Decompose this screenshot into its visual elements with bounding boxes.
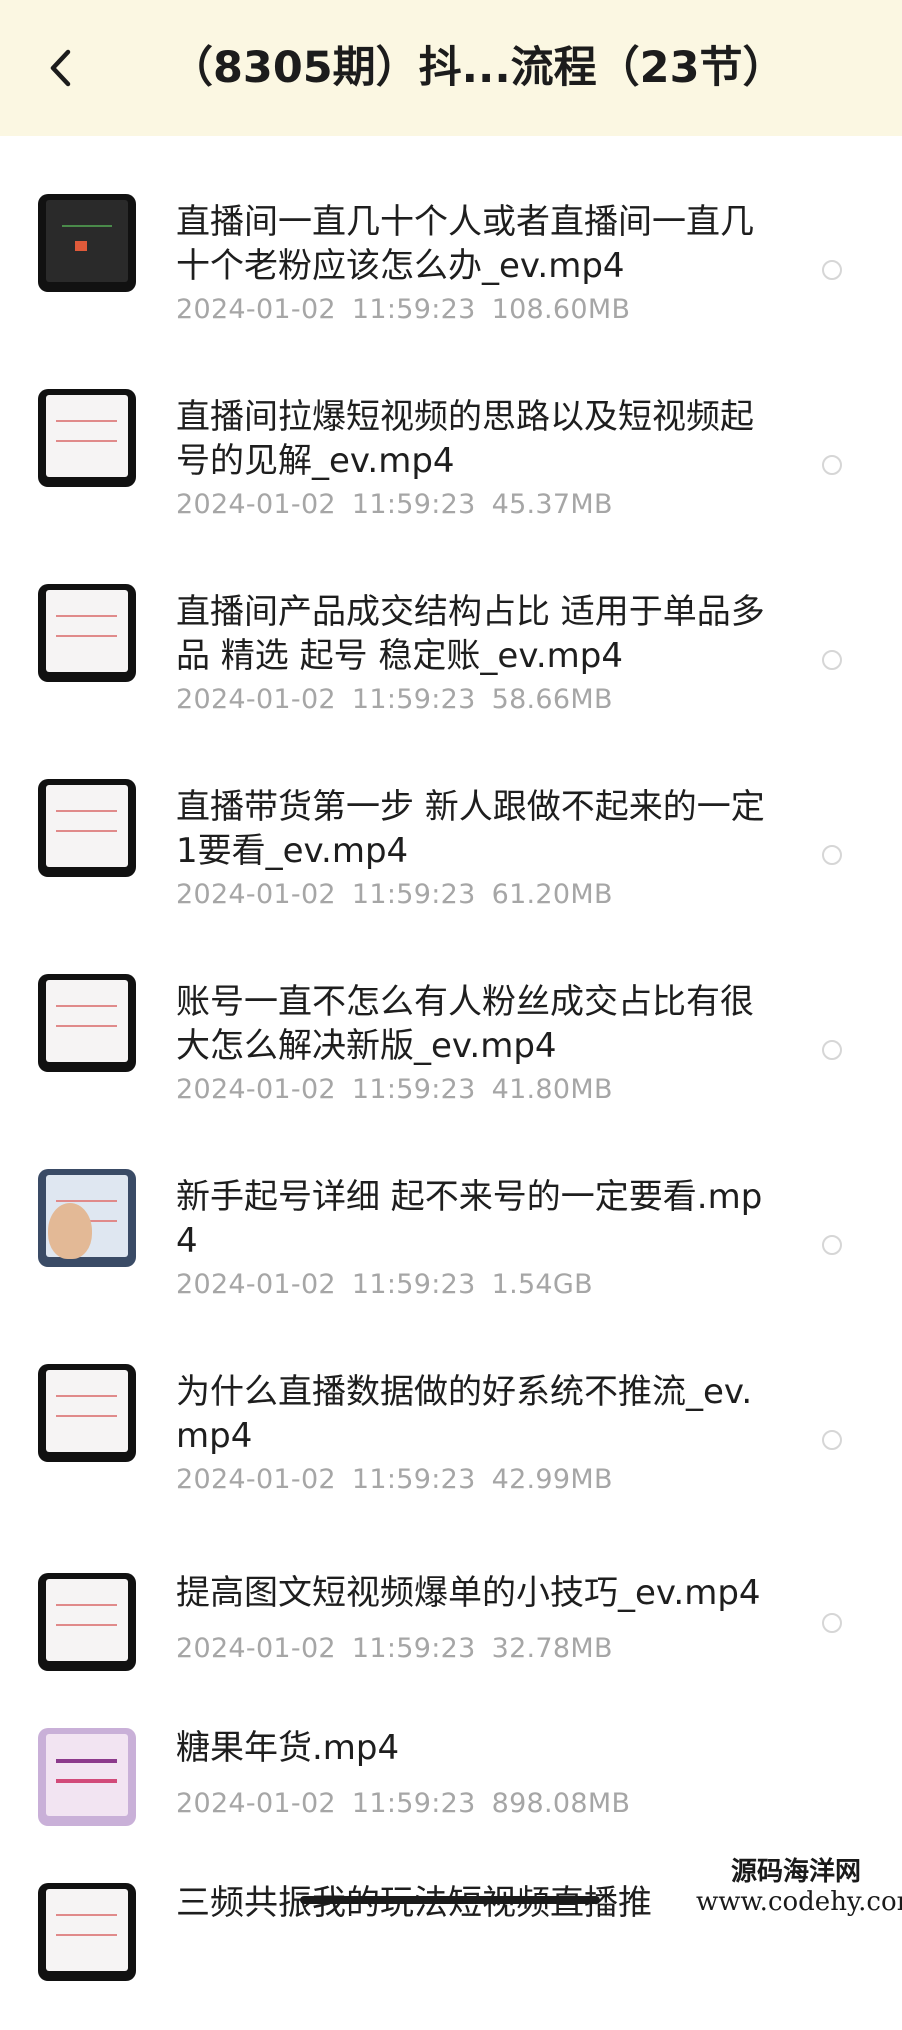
file-meta: 2024-01-02 11:59:23 41.80MB	[176, 1074, 613, 1105]
file-size: 45.37MB	[491, 489, 613, 520]
file-meta: 2024-01-02 11:59:23 58.66MB	[176, 684, 613, 715]
file-date: 2024-01-02	[176, 489, 336, 520]
file-size: 32.78MB	[491, 1633, 613, 1664]
file-name: 账号一直不怎么有人粉丝成交占比有很大怎么解决新版_ev.mp4	[176, 982, 754, 1066]
file-date: 2024-01-02	[176, 1269, 336, 1300]
file-size: 1.54GB	[491, 1269, 593, 1300]
file-list-item[interactable]: 账号一直不怎么有人粉丝成交占比有很大怎么解决新版_ev.mp4 2024-01-0…	[0, 940, 902, 1135]
file-size: 58.66MB	[491, 684, 613, 715]
file-name: 直播带货第一步 新人跟做不起来的一定1要看_ev.mp4	[176, 787, 765, 871]
file-time: 11:59:23	[351, 1269, 476, 1300]
file-list-item[interactable]: 新手起号详细 起不来号的一定要看.mp4 2024-01-02 11:59:23 1.…	[0, 1135, 902, 1330]
select-radio[interactable]	[822, 260, 842, 280]
file-date: 2024-01-02	[176, 1633, 336, 1664]
file-time: 11:59:23	[351, 1633, 476, 1664]
file-list-item[interactable]: 直播间一直几十个人或者直播间一直几十个老粉应该怎么办_ev.mp4 2024-01…	[0, 160, 902, 355]
file-time: 11:59:23	[351, 294, 476, 325]
file-time: 11:59:23	[351, 1074, 476, 1105]
video-thumbnail	[38, 584, 136, 682]
file-list-item[interactable]: 直播带货第一步 新人跟做不起来的一定1要看_ev.mp4 2024-01-02 11…	[0, 745, 902, 940]
select-radio[interactable]	[822, 650, 842, 670]
file-time: 11:59:23	[351, 1788, 476, 1819]
watermark: 源码海洋网 www.codehy.com	[696, 1857, 902, 1917]
file-date: 2024-01-02	[176, 1074, 336, 1105]
file-date: 2024-01-02	[176, 879, 336, 910]
file-time: 11:59:23	[351, 489, 476, 520]
video-thumbnail	[38, 779, 136, 877]
file-meta: 2024-01-02 11:59:23 61.20MB	[176, 879, 613, 910]
file-name: 直播间拉爆短视频的思路以及短视频起号的见解_ev.mp4	[176, 397, 754, 481]
select-radio[interactable]	[822, 1430, 842, 1450]
file-list-item[interactable]: 直播间拉爆短视频的思路以及短视频起号的见解_ev.mp4 2024-01-02 11…	[0, 355, 902, 550]
file-name: 为什么直播数据做的好系统不推流_ev.mp4	[176, 1372, 753, 1456]
select-radio[interactable]	[822, 1613, 842, 1633]
file-size: 42.99MB	[491, 1464, 613, 1495]
file-size: 108.60MB	[491, 294, 631, 325]
file-meta: 2024-01-02 11:59:23 32.78MB	[176, 1633, 613, 1664]
video-thumbnail	[38, 194, 136, 292]
file-name: 直播间一直几十个人或者直播间一直几十个老粉应该怎么办_ev.mp4	[176, 202, 754, 286]
file-date: 2024-01-02	[176, 1464, 336, 1495]
video-thumbnail	[38, 1364, 136, 1462]
file-name: 直播间产品成交结构占比 适用于单品多品 精选 起号 稳定账_ev.mp4	[176, 592, 765, 676]
file-name: 新手起号详细 起不来号的一定要看.mp4	[176, 1177, 763, 1261]
file-meta: 2024-01-02 11:59:23 108.60MB	[176, 294, 630, 325]
file-time: 11:59:23	[351, 1464, 476, 1495]
chevron-left-icon	[50, 49, 71, 87]
file-size: 898.08MB	[491, 1788, 631, 1819]
watermark-title: 源码海洋网	[730, 1857, 861, 1887]
video-thumbnail	[38, 1728, 136, 1826]
file-meta: 2024-01-02 11:59:23 1.54GB	[176, 1269, 593, 1300]
file-name: 糖果年货.mp4	[176, 1728, 400, 1768]
watermark-url: www.codehy.com	[696, 1887, 902, 1917]
file-name: 提高图文短视频爆单的小技巧_ev.mp4	[176, 1573, 761, 1613]
file-size: 41.80MB	[491, 1074, 613, 1105]
file-date: 2024-01-02	[176, 1788, 336, 1819]
video-thumbnail	[38, 974, 136, 1072]
file-size: 61.20MB	[491, 879, 613, 910]
file-list-item[interactable]: 直播间产品成交结构占比 适用于单品多品 精选 起号 稳定账_ev.mp4 2024…	[0, 550, 902, 745]
video-thumbnail	[38, 1573, 136, 1671]
video-thumbnail	[38, 389, 136, 487]
select-radio[interactable]	[822, 455, 842, 475]
home-indicator[interactable]	[300, 1896, 600, 1904]
file-meta: 2024-01-02 11:59:23 898.08MB	[176, 1788, 630, 1819]
select-radio[interactable]	[822, 1040, 842, 1060]
file-date: 2024-01-02	[176, 684, 336, 715]
page-title: （8305期）抖...流程（23节）	[170, 43, 786, 93]
video-thumbnail	[38, 1169, 136, 1267]
back-button[interactable]	[40, 42, 80, 94]
file-date: 2024-01-02	[176, 294, 336, 325]
file-meta: 2024-01-02 11:59:23 45.37MB	[176, 489, 613, 520]
file-meta: 2024-01-02 11:59:23 42.99MB	[176, 1464, 613, 1495]
select-radio[interactable]	[822, 1235, 842, 1255]
select-radio[interactable]	[822, 845, 842, 865]
file-time: 11:59:23	[351, 879, 476, 910]
top-bar: （8305期）抖...流程（23节）	[0, 0, 902, 136]
file-list-item[interactable]: 为什么直播数据做的好系统不推流_ev.mp4 2024-01-02 11:59:23…	[0, 1330, 902, 1525]
file-time: 11:59:23	[351, 684, 476, 715]
video-thumbnail	[38, 1883, 136, 1981]
